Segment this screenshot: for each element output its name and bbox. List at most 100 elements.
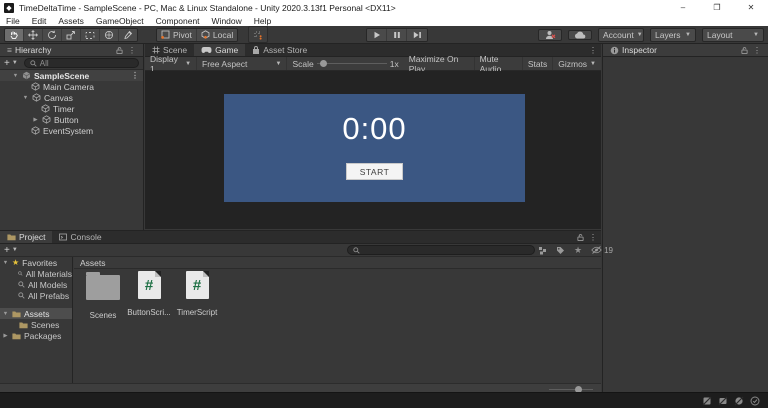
asset-timerscript[interactable]: # TimerScript xyxy=(174,271,220,317)
tree-favorites[interactable]: ▼ ★ Favorites xyxy=(0,257,72,268)
inspector-tab[interactable]: Inspector ⋮ xyxy=(603,44,768,56)
scale-slider-knob[interactable] xyxy=(320,60,327,67)
hierarchy-row-canvas[interactable]: ▼ Canvas xyxy=(0,92,143,103)
kebab-menu-icon[interactable]: ⋮ xyxy=(753,46,761,55)
scale-slider[interactable] xyxy=(317,63,387,64)
custom-tool-icon[interactable] xyxy=(119,29,137,41)
tab-console[interactable]: Console xyxy=(52,231,108,243)
inspector-panel: Inspector ⋮ xyxy=(602,44,768,392)
foldout-caret-icon[interactable]: ▶ xyxy=(32,117,39,123)
search-by-type-icon[interactable] xyxy=(538,246,547,255)
project-search-input[interactable] xyxy=(347,245,535,255)
tree-packages[interactable]: ▶ Packages xyxy=(0,330,72,341)
project-add-button[interactable]: +▼ xyxy=(4,245,18,256)
hierarchy-row-eventsystem[interactable]: EventSystem xyxy=(0,125,143,136)
foldout-caret-icon[interactable]: ▶ xyxy=(2,333,9,339)
minimize-button[interactable]: – xyxy=(666,0,700,15)
cloud-button[interactable] xyxy=(568,30,592,40)
tab-game[interactable]: Game xyxy=(194,44,245,56)
asset-buttonscript[interactable]: # ButtonScri... xyxy=(126,271,172,317)
move-tool-icon[interactable] xyxy=(24,29,43,41)
layers-dropdown[interactable]: Layers▼ xyxy=(650,28,696,42)
pivot-local-group: Pivot Local xyxy=(156,28,238,42)
hand-tool-icon[interactable] xyxy=(5,29,24,41)
pivot-toggle[interactable]: Pivot xyxy=(157,29,197,41)
menu-file[interactable]: File xyxy=(0,15,26,26)
lock-icon[interactable] xyxy=(741,46,748,55)
lock-icon[interactable] xyxy=(116,46,123,55)
menu-assets[interactable]: Assets xyxy=(52,15,90,26)
inspector-icon xyxy=(610,46,619,55)
step-button[interactable] xyxy=(407,29,427,41)
display-dropdown[interactable]: Display 1▼ xyxy=(145,57,197,70)
foldout-caret-icon[interactable]: ▼ xyxy=(2,260,9,266)
hierarchy-row-samplescene[interactable]: ▼ SampleScene ⋮ xyxy=(0,70,143,81)
kebab-menu-icon[interactable]: ⋮ xyxy=(589,46,597,55)
aspect-dropdown[interactable]: Free Aspect▼ xyxy=(197,57,287,70)
tree-assets[interactable]: ▼ Assets xyxy=(0,308,72,319)
foldout-caret-icon[interactable]: ▼ xyxy=(12,73,19,79)
foldout-caret-icon[interactable]: ▼ xyxy=(22,95,29,101)
hierarchy-row-button[interactable]: ▶ Button xyxy=(0,114,143,125)
search-icon xyxy=(30,60,37,67)
kebab-menu-icon[interactable]: ⋮ xyxy=(131,71,139,80)
chevron-down-icon: ▼ xyxy=(276,61,282,67)
window-titlebar: ◆ TimeDeltaTime - SampleScene - PC, Mac … xyxy=(0,0,768,15)
hierarchy-add-button[interactable]: +▼ xyxy=(4,58,18,69)
local-toggle[interactable]: Local xyxy=(197,29,237,41)
assets-breadcrumb[interactable]: Assets xyxy=(74,257,601,269)
menu-gameobject[interactable]: GameObject xyxy=(90,15,150,26)
tab-asset-store[interactable]: Asset Store xyxy=(245,44,314,56)
stats-toggle[interactable]: Stats xyxy=(523,57,553,70)
tab-project[interactable]: Project xyxy=(0,231,52,243)
tree-all-models[interactable]: All Models xyxy=(0,279,72,290)
close-button[interactable]: ✕ xyxy=(734,0,768,15)
menu-component[interactable]: Component xyxy=(150,15,206,26)
game-tab-icon xyxy=(201,46,212,54)
save-search-star-icon[interactable]: ★ xyxy=(574,245,582,256)
play-button[interactable] xyxy=(367,29,387,41)
gizmos-dropdown[interactable]: Gizmos▼ xyxy=(553,57,601,70)
search-by-label-icon[interactable] xyxy=(556,246,565,255)
rotate-tool-icon[interactable] xyxy=(43,29,62,41)
kebab-menu-icon[interactable]: ⋮ xyxy=(128,46,136,55)
mute-audio-toggle[interactable]: Mute Audio xyxy=(475,57,523,70)
scale-control: Scale 1x xyxy=(287,57,403,70)
hierarchy-panel: ≡ Hierarchy ⋮ +▼ All ▼ SampleScene ⋮ Mai… xyxy=(0,44,144,230)
asset-store-tab-icon xyxy=(252,46,260,55)
hidden-packages-toggle[interactable]: 19 xyxy=(591,246,613,255)
menu-window[interactable]: Window xyxy=(206,15,248,26)
kebab-menu-icon[interactable]: ⋮ xyxy=(589,233,597,242)
tree-scenes[interactable]: Scenes xyxy=(0,319,72,330)
transform-tool-icon[interactable] xyxy=(100,29,119,41)
tasks-done-icon[interactable] xyxy=(750,396,760,406)
pivot-icon xyxy=(161,30,170,39)
start-button[interactable]: START xyxy=(346,163,403,180)
icon-size-slider[interactable] xyxy=(549,389,593,390)
window-title: TimeDeltaTime - SampleScene - PC, Mac & … xyxy=(19,3,396,13)
grid-snap-button[interactable] xyxy=(248,26,268,43)
tree-all-prefabs[interactable]: All Prefabs xyxy=(0,290,72,301)
layout-dropdown[interactable]: Layout▼ xyxy=(702,28,764,42)
game-view-panel: Scene Game Asset Store ⋮ Display 1▼ Free… xyxy=(145,44,601,230)
maximize-on-play-toggle[interactable]: Maximize On Play xyxy=(404,57,475,70)
collab-button[interactable] xyxy=(538,29,562,41)
pause-button[interactable] xyxy=(387,29,407,41)
hierarchy-search-input[interactable]: All xyxy=(24,58,139,68)
hierarchy-tab[interactable]: ≡ Hierarchy ⋮ xyxy=(0,44,143,56)
maximize-button[interactable]: ❐ xyxy=(700,0,734,15)
hierarchy-row-main-camera[interactable]: Main Camera xyxy=(0,81,143,92)
gameobject-cube-icon xyxy=(31,82,40,91)
scale-tool-icon[interactable] xyxy=(62,29,81,41)
menu-help[interactable]: Help xyxy=(248,15,277,26)
account-dropdown[interactable]: Account▼ xyxy=(598,28,644,42)
asset-scenes-folder[interactable]: Scenes xyxy=(80,273,126,320)
foldout-caret-icon[interactable]: ▼ xyxy=(2,311,9,317)
lock-icon[interactable] xyxy=(577,233,584,242)
rect-tool-icon[interactable] xyxy=(81,29,100,41)
folder-icon xyxy=(86,275,120,300)
tree-all-materials[interactable]: All Materials xyxy=(0,268,72,279)
chevron-down-icon: ▼ xyxy=(753,32,759,38)
hierarchy-row-timer[interactable]: Timer xyxy=(0,103,143,114)
menu-edit[interactable]: Edit xyxy=(26,15,53,26)
